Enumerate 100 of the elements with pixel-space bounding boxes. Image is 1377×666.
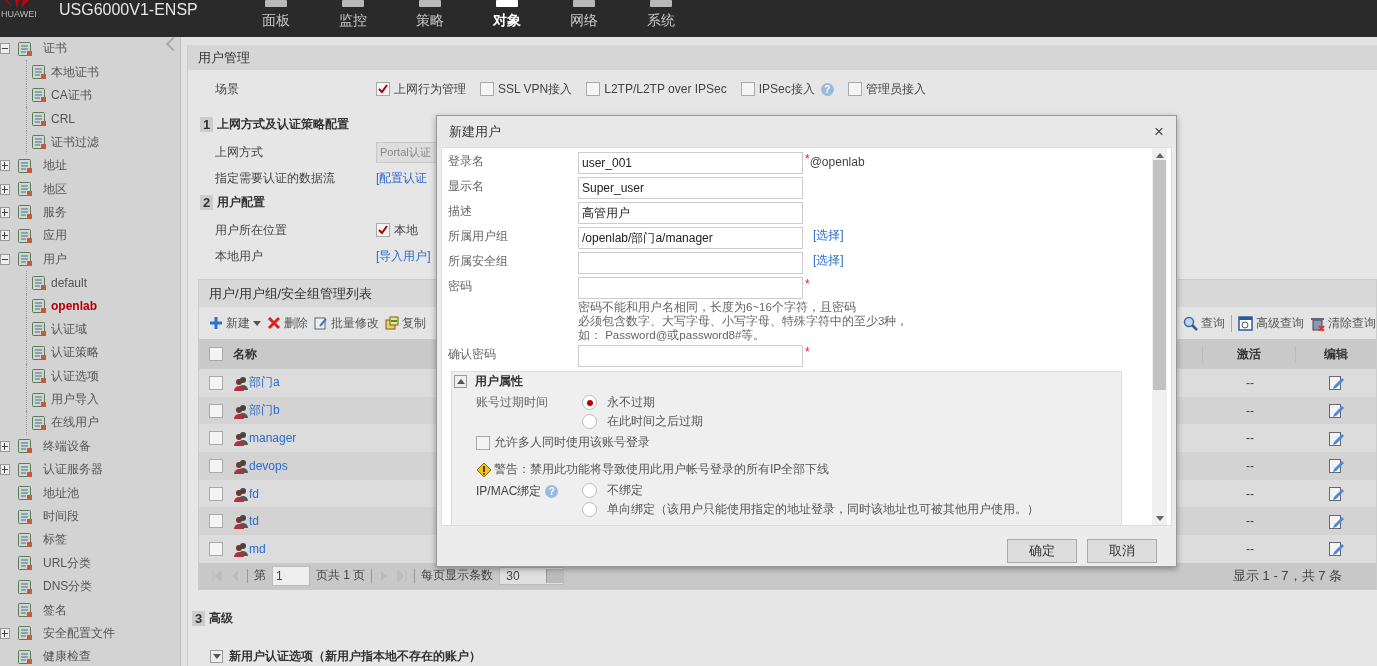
tree-toggle[interactable] — [0, 464, 10, 476]
expand-toggle[interactable] — [210, 649, 223, 663]
tree-item[interactable]: 地址池 — [43, 484, 79, 502]
link[interactable]: [配置认证 — [376, 169, 428, 187]
checkbox[interactable] — [209, 458, 223, 473]
user-name-link[interactable]: md — [249, 541, 266, 556]
tree-item[interactable]: 服务 — [43, 203, 67, 221]
tree-toggle[interactable] — [0, 253, 10, 265]
user-name-link[interactable]: manager — [249, 431, 297, 446]
input-field[interactable] — [578, 252, 803, 274]
checkbox[interactable] — [480, 82, 494, 96]
checkbox[interactable] — [376, 82, 390, 96]
radio-button[interactable] — [582, 502, 597, 517]
tree-item[interactable]: default — [51, 275, 88, 290]
edit-icon[interactable] — [1327, 512, 1345, 530]
edit-icon[interactable] — [1327, 457, 1345, 475]
collapse-toggle[interactable] — [454, 375, 467, 388]
tree-item[interactable]: CA证书 — [51, 86, 92, 104]
tree-toggle[interactable] — [0, 230, 10, 242]
checkbox[interactable] — [740, 82, 755, 96]
edit-icon[interactable] — [1327, 540, 1345, 558]
tree-item[interactable]: URL分类 — [43, 554, 91, 572]
radio-button[interactable] — [582, 414, 597, 429]
dialog-button[interactable]: 取消 — [1087, 539, 1157, 563]
checkbox[interactable] — [209, 486, 223, 501]
tree-item[interactable]: 时间段 — [43, 508, 79, 525]
user-name-link[interactable]: 部门a — [249, 374, 280, 392]
nav-tab[interactable]: 面板 — [237, 0, 314, 30]
checkbox[interactable] — [209, 403, 223, 418]
edit-icon[interactable] — [1327, 485, 1345, 503]
tree-item[interactable]: 健康检查 — [43, 648, 91, 666]
tree-toggle[interactable] — [0, 627, 10, 639]
page-number-field[interactable]: 1 — [272, 565, 310, 586]
tree-item[interactable]: 证书过滤 — [51, 133, 99, 151]
toolbar-button[interactable]: 新建 — [209, 314, 261, 332]
select-link[interactable]: [选择] — [813, 227, 844, 244]
tree-item[interactable]: 本地证书 — [51, 63, 99, 81]
tree-item[interactable]: CRL — [51, 111, 75, 126]
tree-item[interactable]: 安全配置文件 — [43, 624, 115, 642]
radio-button[interactable] — [582, 395, 597, 410]
toolbar-button[interactable]: 查询 — [1183, 314, 1232, 332]
checkbox[interactable] — [209, 431, 223, 446]
toolbar-button[interactable]: 清除查询 — [1310, 314, 1376, 332]
tree-toggle[interactable] — [0, 43, 10, 55]
input-field[interactable]: Super_user — [578, 177, 803, 199]
input-field[interactable]: /openlab/部门a/manager — [578, 227, 803, 249]
nav-tab[interactable]: 网络 — [545, 0, 622, 30]
tree-item[interactable]: 标签 — [43, 531, 67, 549]
dialog-button[interactable]: 确定 — [1007, 539, 1077, 563]
tree-item[interactable]: 地区 — [43, 180, 67, 198]
tree-toggle[interactable] — [0, 160, 10, 172]
nav-tab[interactable]: 策略 — [391, 0, 468, 30]
checkbox[interactable] — [209, 541, 223, 556]
select-link[interactable]: [选择] — [813, 252, 844, 269]
tree-item[interactable]: 认证服务器 — [43, 461, 103, 479]
select-all-checkbox[interactable] — [209, 347, 223, 361]
edit-icon[interactable] — [1327, 429, 1345, 447]
close-button[interactable]: × — [1154, 121, 1164, 142]
tree-toggle[interactable] — [0, 206, 10, 218]
tree-item[interactable]: 地址 — [43, 157, 67, 175]
checkbox[interactable] — [209, 375, 223, 390]
checkbox[interactable] — [209, 514, 223, 529]
input-field[interactable]: user_001 — [578, 152, 803, 174]
link[interactable]: [导入用户] — [376, 247, 431, 265]
tree-item[interactable]: 在线用户 — [51, 414, 99, 432]
input-field[interactable] — [578, 277, 803, 299]
checkbox[interactable] — [847, 82, 862, 96]
checkbox[interactable] — [586, 82, 601, 96]
tree-toggle[interactable] — [0, 440, 10, 452]
tree-item[interactable]: 应用 — [43, 227, 67, 245]
tree-item[interactable]: 用户 — [43, 250, 67, 268]
toolbar-button[interactable]: 批量修改 — [314, 314, 379, 332]
tree-item[interactable]: 用户导入 — [51, 391, 99, 409]
tree-toggle[interactable] — [0, 183, 10, 195]
user-name-link[interactable]: 部门b — [249, 402, 280, 420]
radio-button[interactable] — [582, 483, 597, 498]
toolbar-button[interactable]: 高级查询 — [1238, 314, 1304, 332]
toolbar-button[interactable]: 删除 — [267, 314, 308, 332]
user-name-link[interactable]: devops — [249, 458, 288, 473]
input-field[interactable] — [578, 345, 803, 367]
nav-tab[interactable]: 系统 — [622, 0, 699, 30]
tree-item[interactable]: 认证策略 — [51, 344, 99, 362]
nav-tab[interactable]: 监控 — [314, 0, 391, 30]
edit-icon[interactable] — [1327, 402, 1345, 420]
edit-icon[interactable] — [1327, 374, 1345, 392]
tree-item[interactable]: DNS分类 — [43, 578, 93, 596]
user-name-link[interactable]: td — [249, 514, 259, 529]
checkbox[interactable] — [476, 435, 490, 450]
tree-item[interactable]: 终端设备 — [43, 437, 91, 455]
tree-item[interactable]: 认证选项 — [51, 367, 99, 385]
tree-item[interactable]: openlab — [51, 299, 97, 313]
tree-item[interactable]: 签名 — [43, 601, 67, 619]
scrollbar[interactable] — [1152, 148, 1167, 525]
tree-item[interactable]: 认证域 — [51, 320, 87, 338]
toolbar-button[interactable]: 复制 — [385, 314, 426, 332]
nav-tab[interactable]: 对象 — [468, 0, 545, 30]
user-name-link[interactable]: fd — [249, 486, 259, 501]
tree-item[interactable]: 证书 — [43, 40, 67, 58]
checkbox[interactable] — [376, 223, 390, 237]
input-field[interactable]: 高管用户 — [578, 202, 803, 224]
